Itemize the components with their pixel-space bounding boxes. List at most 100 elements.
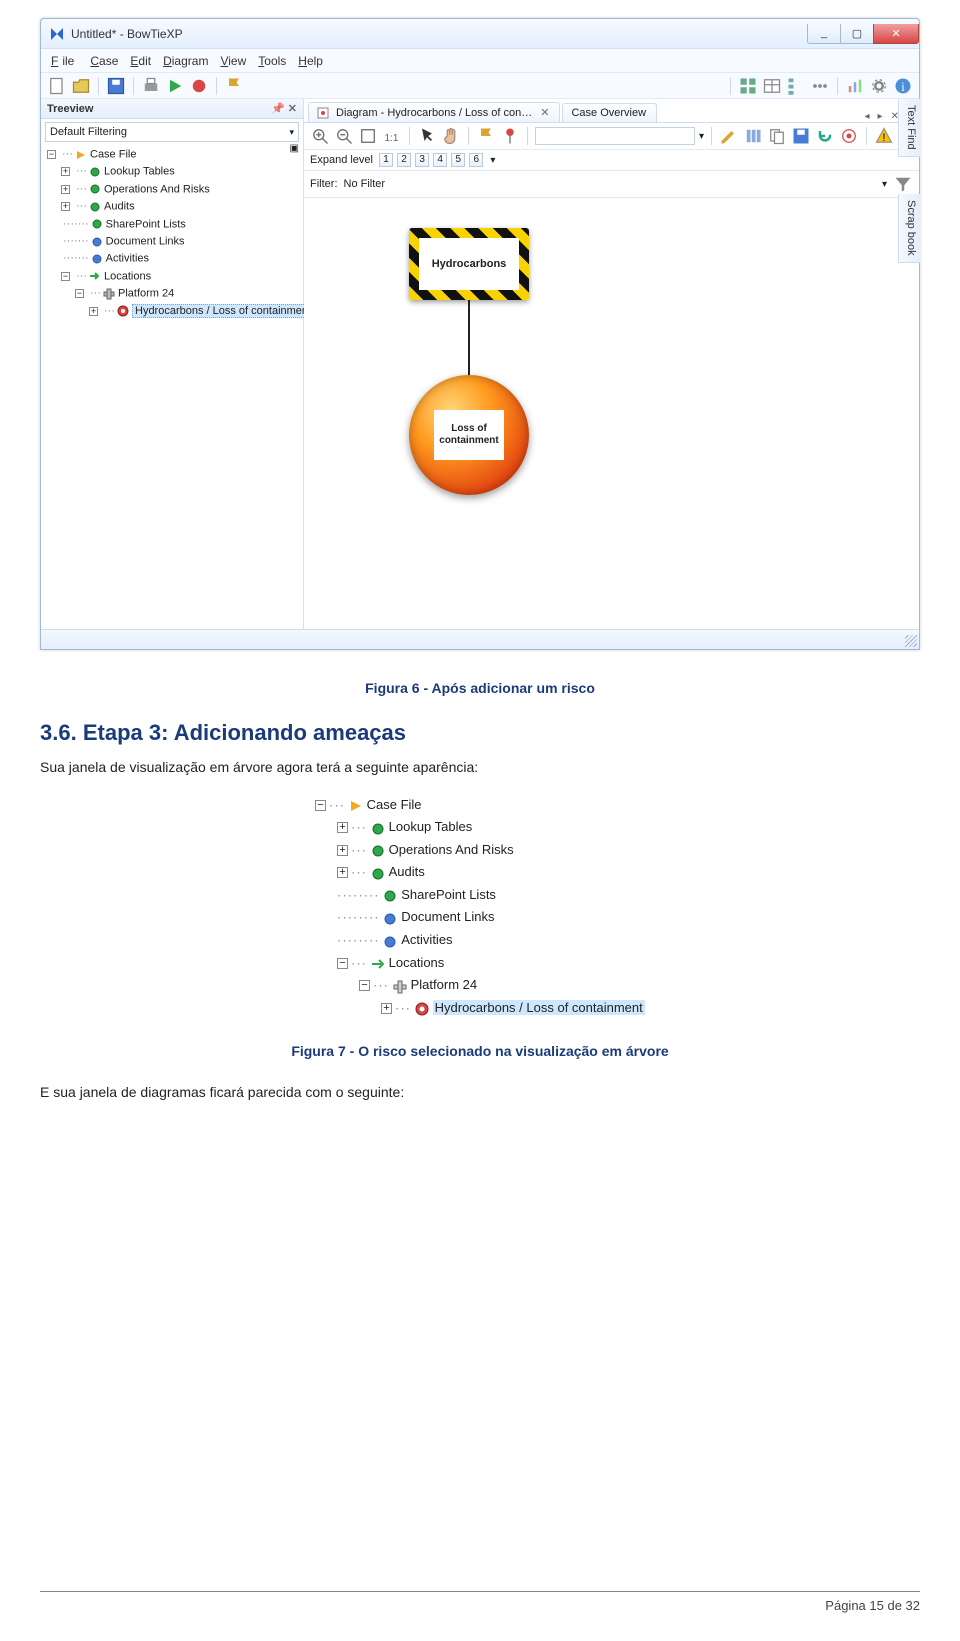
zoom-out-icon[interactable] bbox=[334, 126, 354, 146]
table-icon[interactable] bbox=[762, 76, 782, 96]
tree-item[interactable]: ·······Activities bbox=[61, 250, 299, 267]
tree-icon[interactable] bbox=[786, 76, 806, 96]
more-icon[interactable] bbox=[810, 76, 830, 96]
copy-icon[interactable] bbox=[767, 126, 787, 146]
fig-tree-platform: Platform 24 bbox=[411, 977, 477, 992]
menu-view[interactable]: View bbox=[216, 52, 250, 70]
status-bar bbox=[41, 629, 919, 649]
sidetab-text-find[interactable]: Text Find bbox=[898, 99, 920, 157]
paragraph: Sua janela de visualização em árvore ago… bbox=[40, 758, 920, 778]
print-icon[interactable] bbox=[141, 76, 161, 96]
filter-bar: Filter: No Filter ▾ bbox=[304, 171, 919, 198]
open-icon[interactable] bbox=[71, 76, 91, 96]
fig-tree-item: Operations And Risks bbox=[389, 842, 514, 857]
stop-icon[interactable] bbox=[189, 76, 209, 96]
fig-tree-item: Lookup Tables bbox=[389, 819, 473, 834]
panel-pin-icon[interactable]: 📌 ✕ bbox=[271, 102, 297, 115]
maximize-button[interactable]: ▢ bbox=[840, 24, 874, 44]
tab-strip: Diagram - Hydrocarbons / Loss of con… ✕ … bbox=[304, 99, 919, 123]
tree-item[interactable]: +···Lookup Tables bbox=[61, 163, 299, 180]
svg-text:i: i bbox=[901, 80, 905, 94]
main-toolbar: i bbox=[41, 73, 919, 99]
diagram-dropdown[interactable] bbox=[535, 127, 695, 145]
figure-caption-6: Figura 6 - Após adicionar um risco bbox=[40, 680, 920, 696]
fig-tree-item: Document Links bbox=[401, 909, 494, 924]
menu-bar: File Case Edit Diagram View Tools Help bbox=[41, 49, 919, 73]
level-1-button[interactable]: 1 bbox=[379, 153, 393, 167]
flag-icon[interactable] bbox=[224, 76, 244, 96]
tree-item[interactable]: ·······SharePoint Lists bbox=[61, 216, 299, 233]
level-3-button[interactable]: 3 bbox=[415, 153, 429, 167]
tree-risk[interactable]: +···Hydrocarbons / Loss of containment bbox=[89, 303, 299, 320]
grid-icon[interactable] bbox=[738, 76, 758, 96]
target-icon[interactable] bbox=[839, 126, 859, 146]
level-4-button[interactable]: 4 bbox=[433, 153, 447, 167]
level-5-button[interactable]: 5 bbox=[451, 153, 465, 167]
hazard-node[interactable]: Hydrocarbons bbox=[409, 228, 529, 300]
filter-value[interactable]: No Filter bbox=[344, 178, 386, 190]
titlebar: Untitled* - BowTieXP _ ▢ ✕ bbox=[41, 19, 919, 49]
info-icon[interactable]: i bbox=[893, 76, 913, 96]
flag2-icon[interactable] bbox=[476, 126, 496, 146]
select-icon[interactable] bbox=[417, 126, 437, 146]
fig-tree-risk: Hydrocarbons / Loss of containment bbox=[433, 1000, 645, 1015]
svg-text:1:1: 1:1 bbox=[385, 133, 399, 144]
zoom-fit-icon[interactable] bbox=[358, 126, 378, 146]
run-icon[interactable] bbox=[165, 76, 185, 96]
tree-item[interactable]: +···Audits bbox=[61, 198, 299, 215]
new-icon[interactable] bbox=[47, 76, 67, 96]
refresh-icon[interactable] bbox=[815, 126, 835, 146]
tab-prev-icon[interactable]: ◂ bbox=[862, 111, 873, 122]
menu-edit[interactable]: Edit bbox=[126, 52, 155, 70]
columns-icon[interactable] bbox=[743, 126, 763, 146]
filter-dropdown[interactable]: Default Filtering ▾ bbox=[45, 122, 299, 142]
window-title: Untitled* - BowTieXP bbox=[71, 27, 808, 41]
tree-item[interactable]: +···Operations And Risks bbox=[61, 181, 299, 198]
figure-caption-7: Figura 7 - O risco selecionado na visual… bbox=[40, 1043, 920, 1059]
close-button[interactable]: ✕ bbox=[873, 24, 919, 44]
tree-figure: −··· Case File +··· Lookup Tables +··· O… bbox=[315, 794, 645, 1020]
edit-icon[interactable] bbox=[719, 126, 739, 146]
level-2-button[interactable]: 2 bbox=[397, 153, 411, 167]
tree-item[interactable]: ·······Document Links bbox=[61, 233, 299, 250]
tab-case-overview[interactable]: Case Overview bbox=[562, 103, 657, 122]
menu-tools[interactable]: Tools bbox=[254, 52, 290, 70]
tree-item[interactable]: −···Locations −···Platform 24 +···Hydroc… bbox=[61, 268, 299, 320]
pin-icon[interactable] bbox=[500, 126, 520, 146]
filter-icon[interactable] bbox=[893, 174, 913, 194]
diagram-panel: Diagram - Hydrocarbons / Loss of con… ✕ … bbox=[304, 99, 919, 629]
level-6-button[interactable]: 6 bbox=[469, 153, 483, 167]
menu-diagram[interactable]: Diagram bbox=[159, 52, 212, 70]
diagram-toolbar: 1:1 ▾ bbox=[304, 123, 919, 150]
zoom-100-icon[interactable]: 1:1 bbox=[382, 126, 402, 146]
chart-icon[interactable] bbox=[845, 76, 865, 96]
menu-help[interactable]: Help bbox=[294, 52, 327, 70]
tree: −···Case File +···Lookup Tables +···Oper… bbox=[41, 146, 303, 324]
fig-tree-item: Activities bbox=[401, 932, 452, 947]
top-event-node[interactable]: Loss of containment bbox=[409, 375, 529, 495]
minimize-button[interactable]: _ bbox=[807, 24, 841, 44]
tree-platform[interactable]: −···Platform 24 +···Hydrocarbons / Loss … bbox=[75, 285, 299, 320]
app-icon bbox=[49, 26, 65, 42]
zoom-in-icon[interactable] bbox=[310, 126, 330, 146]
resize-grip-icon[interactable] bbox=[905, 635, 917, 647]
svg-text:!: ! bbox=[882, 132, 885, 144]
sidetab-scrap-book[interactable]: Scrap book bbox=[898, 194, 920, 263]
menu-file[interactable]: File bbox=[47, 52, 82, 70]
hand-icon[interactable] bbox=[441, 126, 461, 146]
diagram-canvas[interactable]: Hydrocarbons Loss of containment bbox=[304, 198, 919, 629]
panel-title: Treeview bbox=[47, 103, 93, 115]
connector-line bbox=[468, 300, 470, 375]
tree-root[interactable]: −···Case File +···Lookup Tables +···Oper… bbox=[47, 146, 299, 320]
warn-icon[interactable]: ! bbox=[874, 126, 894, 146]
gear-icon[interactable] bbox=[869, 76, 889, 96]
expand-level-bar: Expand level 1 2 3 4 5 6 ▾ bbox=[304, 150, 919, 171]
filter-dropdown-icon[interactable]: ▾ bbox=[882, 179, 887, 190]
save-icon[interactable] bbox=[106, 76, 126, 96]
paragraph: E sua janela de diagramas ficará parecid… bbox=[40, 1083, 920, 1103]
save2-icon[interactable] bbox=[791, 126, 811, 146]
menu-case[interactable]: Case bbox=[86, 52, 122, 70]
tab-diagram[interactable]: Diagram - Hydrocarbons / Loss of con… ✕ bbox=[308, 102, 560, 122]
tab-next-icon[interactable]: ▸ bbox=[875, 111, 886, 122]
tab-close-icon[interactable]: ✕ bbox=[540, 106, 549, 119]
